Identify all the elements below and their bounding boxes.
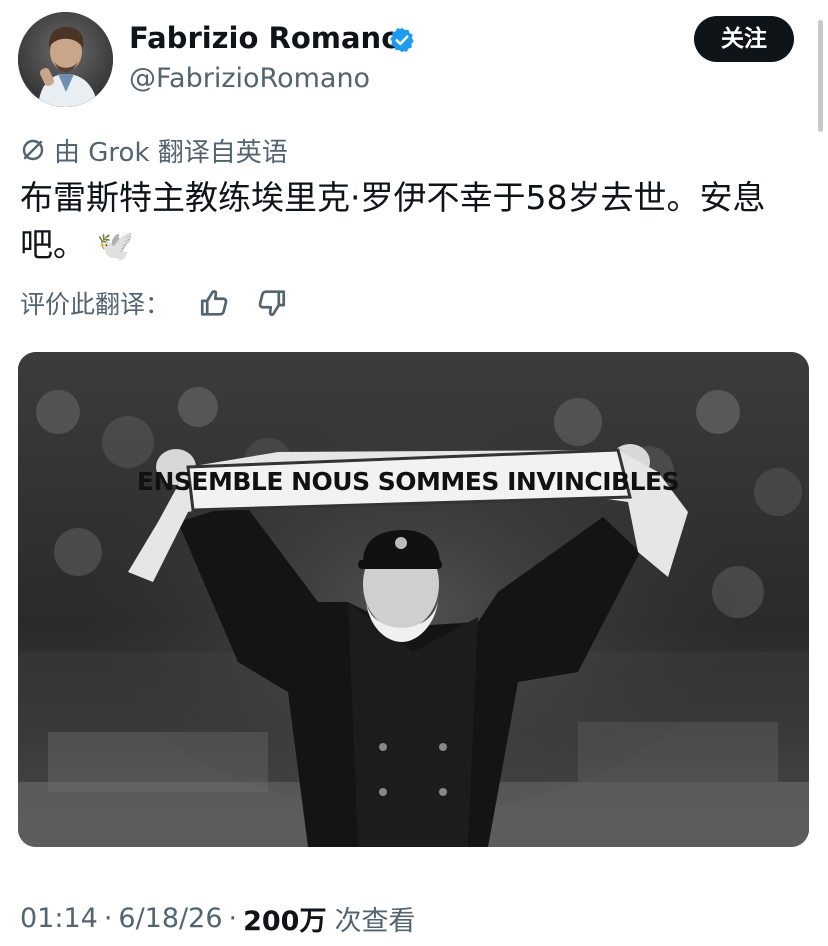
- separator-dot: ·: [103, 902, 113, 934]
- tweet-photo[interactable]: ENSEMBLE NOUS SOMMES INVINCIBLES: [18, 352, 809, 847]
- tweet-detail-page: Fabrizio Romano @FabrizioRomano 关注 由 Gro…: [0, 0, 828, 946]
- views-count: 200万: [243, 905, 327, 937]
- tweet-time[interactable]: 01:14: [20, 903, 98, 934]
- tweet-meta: 01:14 · 6/18/26 · 200万 次查看: [20, 898, 415, 938]
- tweet-text: 布雷斯特主教练埃里克·罗伊不幸于58岁去世。安息吧。 🕊️: [20, 174, 800, 270]
- dove-emoji: 🕊️: [96, 229, 134, 264]
- user-handle[interactable]: @FabrizioRomano: [129, 60, 370, 98]
- follow-button[interactable]: 关注: [694, 16, 794, 62]
- avatar[interactable]: [18, 12, 113, 107]
- rate-translation: 评价此翻译：: [20, 283, 170, 323]
- verified-badge-icon: [390, 27, 414, 53]
- translate-icon: [22, 139, 44, 161]
- display-name[interactable]: Fabrizio Romano: [129, 18, 401, 58]
- scarf-text: ENSEMBLE NOUS SOMMES INVINCIBLES: [137, 467, 679, 496]
- views-label: 次查看: [334, 905, 416, 937]
- scrollbar[interactable]: [818, 20, 823, 132]
- tweet-date[interactable]: 6/18/26: [118, 903, 222, 934]
- rate-translation-label: 评价此翻译：: [20, 290, 171, 319]
- translation-label: 由 Grok 翻译自英语: [54, 137, 288, 168]
- separator-dot: ·: [228, 902, 238, 934]
- translation-notice: 由 Grok 翻译自英语: [20, 132, 288, 168]
- thumbs-down-icon[interactable]: [254, 286, 288, 320]
- thumbs-up-icon[interactable]: [198, 286, 232, 320]
